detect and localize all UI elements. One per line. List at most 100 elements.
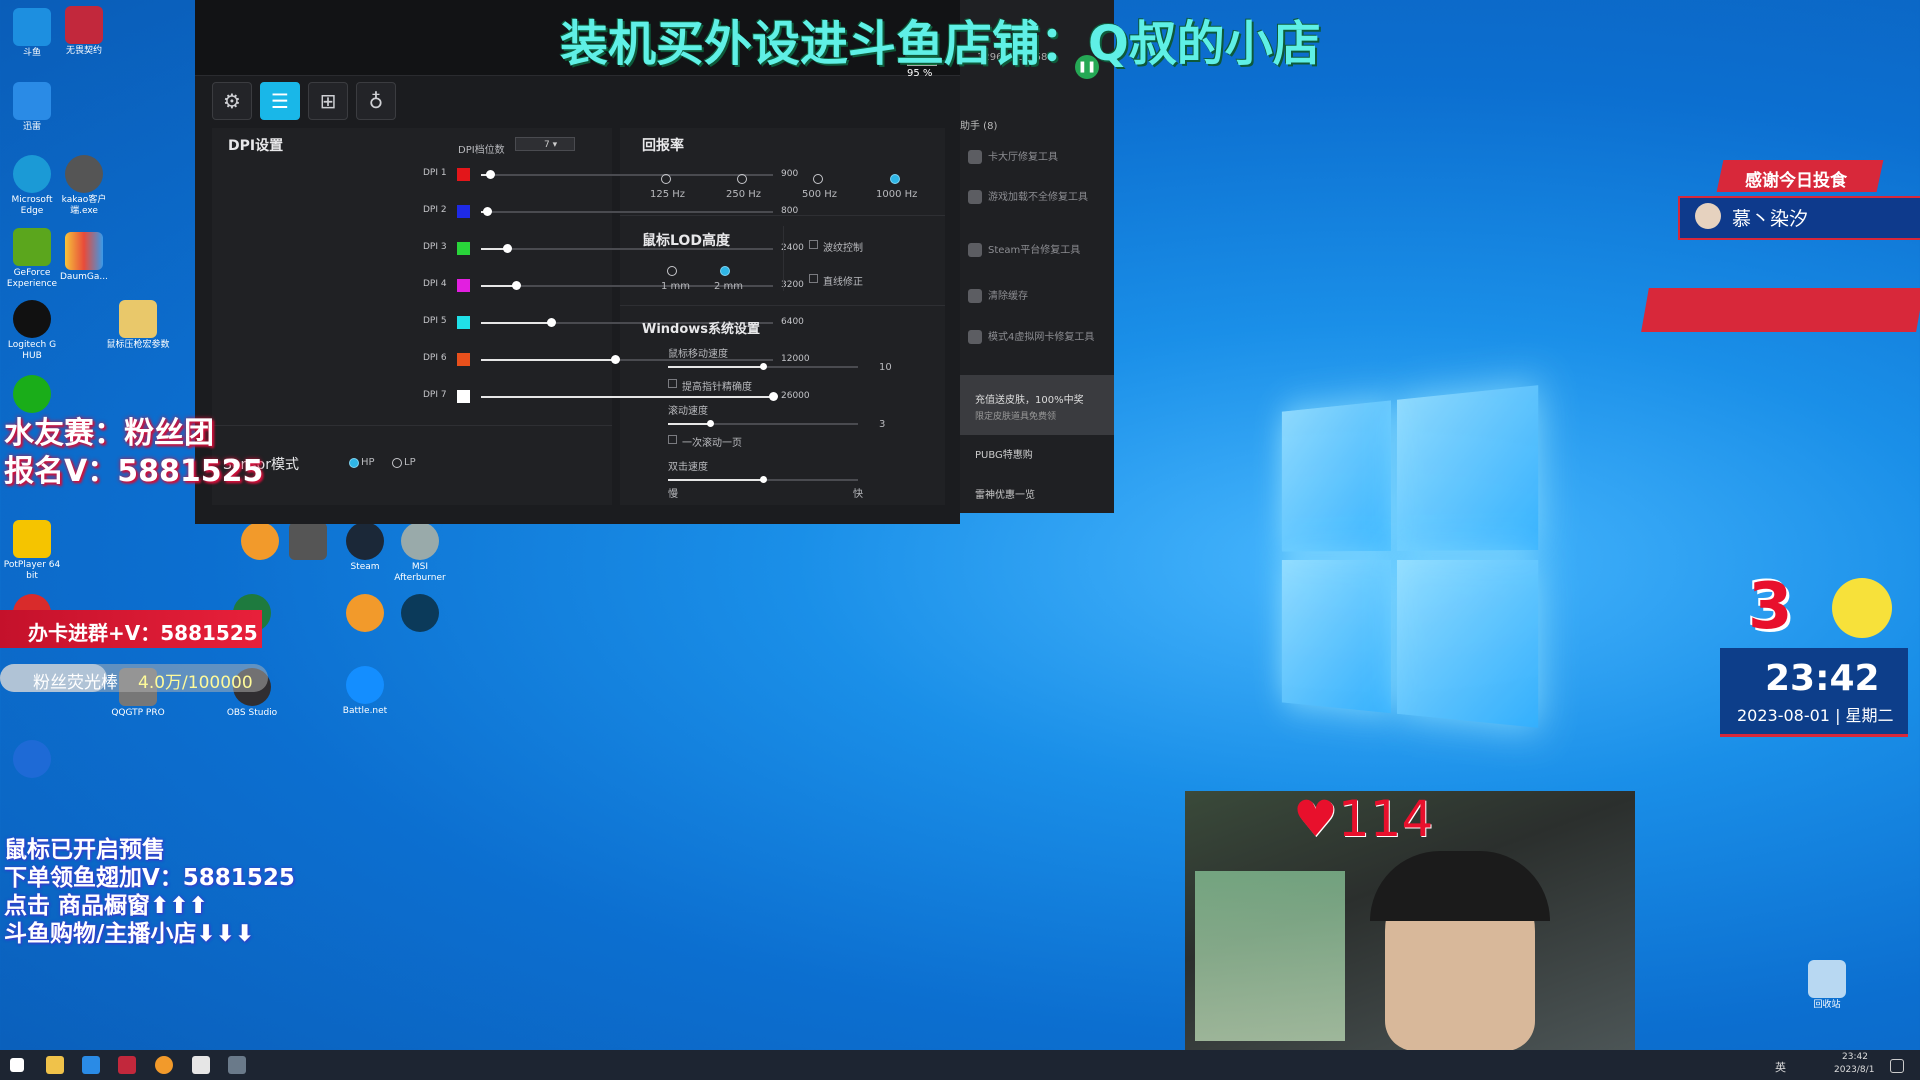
icon-label: GeForce Experience (6, 268, 58, 289)
polling-500-label: 500 Hz (802, 189, 838, 200)
dpi-slider[interactable] (481, 355, 773, 364)
lod-1mm-radio[interactable] (667, 266, 677, 276)
assistant-item[interactable]: 模式4虚拟网卡修复工具 (968, 330, 1108, 344)
app-icon[interactable] (388, 594, 452, 634)
logitech-icon[interactable]: Logitech G HUB (0, 300, 64, 362)
recycle-bin-icon[interactable]: 回收站 (1795, 960, 1859, 1011)
taskbar-time[interactable]: 23:42 (1842, 1052, 1868, 1062)
promo-sub: 限定皮肤道具免费领 (975, 412, 1057, 422)
ripple-control-checkbox[interactable] (809, 240, 818, 249)
notification-icon[interactable] (1890, 1059, 1904, 1073)
icon-label: Steam (350, 562, 380, 572)
assistant-item[interactable]: 卡大厅修复工具 (968, 150, 1108, 164)
assistant-item[interactable]: 清除缓存 (968, 289, 1108, 303)
sliders-tab[interactable]: ☰ (260, 82, 300, 120)
taskbar-date[interactable]: 2023/8/1 (1834, 1065, 1874, 1075)
dpi-color-swatch[interactable] (457, 279, 470, 292)
lighting-tab[interactable]: ♁ (356, 82, 396, 120)
pointer-precision-checkbox[interactable] (668, 379, 677, 388)
dpi-row[interactable]: DPI 6 12000 (423, 353, 810, 367)
dpi-slider-knob[interactable] (547, 318, 557, 327)
dpi-row[interactable]: DPI 3 2400 (423, 242, 804, 256)
dpi-value: 900 (781, 169, 799, 179)
deals-link[interactable]: 雷神优惠一览 (975, 486, 1035, 501)
dpi-color-swatch[interactable] (457, 316, 470, 329)
heart-count: 114 (1337, 790, 1434, 848)
start-icon[interactable] (10, 1058, 24, 1072)
scroll-page-checkbox[interactable] (668, 435, 677, 444)
assistant-panel: 1296 : 35 : 58 ❚❚ 助手 (8) 卡大厅修复工具 游戏加载不全修… (960, 0, 1114, 513)
slow-label: 慢 (668, 489, 678, 500)
app-icon[interactable] (118, 1056, 136, 1074)
macro-tab[interactable]: ⊞ (308, 82, 348, 120)
polling-500-radio[interactable] (813, 174, 823, 184)
dpi-color-swatch[interactable] (457, 205, 470, 218)
clock-date: 2023-08-01 | 星期二 (1737, 706, 1894, 725)
settings-tab[interactable]: ⚙ (212, 82, 252, 120)
folder-icon[interactable]: 鼠标压枪宏参数 (106, 300, 170, 351)
lod-title: 鼠标LOD高度 (642, 233, 730, 249)
icon-label: Microsoft Edge (11, 195, 53, 216)
lod-2mm-radio[interactable] (720, 266, 730, 276)
pointer-precision-label: 提高指针精确度 (682, 382, 752, 393)
dpi-slider-knob[interactable] (611, 355, 621, 364)
daum-icon[interactable]: DaumGa... (52, 232, 116, 283)
dpi-slider-fill (481, 322, 552, 324)
scroll-speed-value: 3 (879, 419, 886, 430)
dpi-slider[interactable] (481, 170, 773, 179)
heart-counter: ♥114 (1293, 790, 1433, 848)
dpi-row[interactable]: DPI 4 3200 (423, 279, 804, 293)
streamer-hair (1370, 851, 1550, 921)
icon-label: PotPlayer 64 bit (3, 560, 61, 581)
app-icon[interactable] (155, 1056, 173, 1074)
xunlei-icon[interactable]: 迅雷 (0, 82, 64, 133)
valorant-icon[interactable]: 无畏契约 (52, 6, 116, 57)
file-explorer-icon[interactable] (46, 1056, 64, 1074)
polling-125-radio[interactable] (661, 174, 671, 184)
potplayer-icon[interactable]: PotPlayer 64 bit (0, 520, 64, 582)
assistant-item[interactable]: 游戏加载不全修复工具 (968, 190, 1108, 204)
angle-snap-checkbox[interactable] (809, 274, 818, 283)
dpi-slider-knob[interactable] (512, 281, 522, 290)
scroll-speed-slider[interactable] (668, 420, 858, 427)
dpi-color-swatch[interactable] (457, 390, 470, 403)
dpi-label: DPI 5 (423, 316, 447, 326)
thanks-title: 感谢今日投食 (1745, 171, 1847, 191)
dpi-slider[interactable] (481, 392, 778, 401)
dpi-slider-knob[interactable] (485, 170, 495, 179)
xunlei-icon[interactable] (82, 1056, 100, 1074)
kakao-icon[interactable]: kakao客户端.exe (52, 155, 116, 217)
dpi-row[interactable]: DPI 2 800 (423, 205, 803, 219)
dpi-slider-knob[interactable] (482, 207, 492, 216)
polling-250-radio[interactable] (737, 174, 747, 184)
polling-1000-radio[interactable] (890, 174, 900, 184)
promo-card[interactable]: 充值送皮肤，100%中奖 限定皮肤道具免费领 (960, 375, 1114, 435)
app-icon[interactable] (228, 1056, 246, 1074)
dpi-slider-knob[interactable] (769, 392, 778, 401)
dpi-slider[interactable] (481, 207, 773, 216)
pointer-speed-slider[interactable] (668, 363, 858, 370)
ime-indicator[interactable]: 英 (1775, 1059, 1786, 1075)
app-icon[interactable] (0, 740, 64, 780)
divider (620, 305, 945, 306)
dpi-color-swatch[interactable] (457, 168, 470, 181)
app-icon[interactable] (276, 522, 340, 562)
pubg-link[interactable]: PUBG特惠购 (975, 446, 1033, 461)
sensor-lp-radio[interactable] (392, 458, 402, 468)
dpi-slider-fill (481, 396, 773, 398)
dpi-color-swatch[interactable] (457, 242, 470, 255)
fan-stick-label: 粉丝荧光棒 (33, 673, 118, 693)
sensor-hp-radio[interactable] (349, 458, 359, 468)
dpi-color-swatch[interactable] (457, 353, 470, 366)
dpi-value: 3200 (781, 280, 804, 290)
network-icon (968, 330, 982, 344)
battlenet-icon[interactable]: Battle.net (333, 666, 397, 717)
double-click-slider[interactable] (668, 476, 858, 483)
dpi-slider-knob[interactable] (503, 244, 513, 253)
dpi-stages-select[interactable]: 7 ▾ (515, 137, 575, 151)
msi-afterburner-icon[interactable]: MSI Afterburner (388, 522, 452, 584)
sensor-lp-label: LP (404, 457, 416, 468)
assistant-item-label: 模式4虚拟网卡修复工具 (988, 332, 1095, 343)
app-icon[interactable] (192, 1056, 210, 1074)
assistant-item[interactable]: Steam平台修复工具 (968, 243, 1108, 257)
